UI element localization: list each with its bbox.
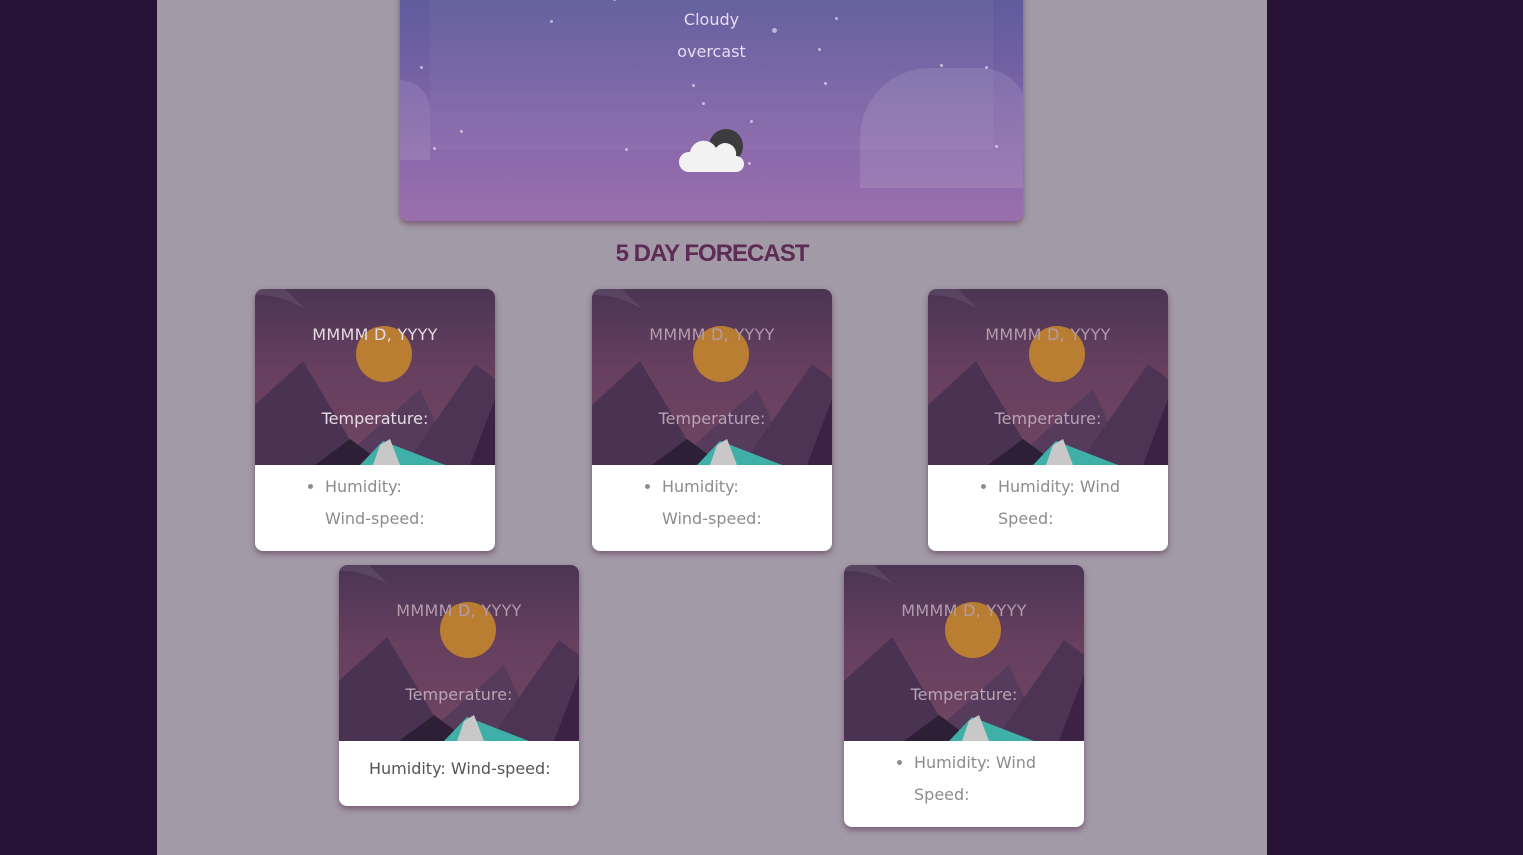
- forecast-date: MMMM D, YYYY: [312, 325, 438, 344]
- current-condition: Cloudy: [683, 10, 740, 29]
- forecast-card: MMMM D, YYYY Temperature: Humidity: Wind-…: [592, 289, 832, 551]
- decor-cloud-right: [860, 68, 1023, 188]
- forecast-temperature: Temperature:: [910, 685, 1018, 704]
- forecast-details-list: Humidity: Wind-speed:: [592, 465, 832, 551]
- forecast-card: MMMM D, YYYY Temperature: Humidity: Wind…: [844, 565, 1084, 827]
- forecast-details-list: Humidity: Wind Speed:: [928, 465, 1168, 551]
- forecast-humidity: Humidity:: [325, 477, 402, 496]
- forecast-card-scene: MMMM D, YYYY Temperature:: [339, 565, 579, 741]
- forecast-card-scene: MMMM D, YYYY Temperature:: [255, 289, 495, 465]
- forecast-date: MMMM D, YYYY: [901, 601, 1027, 620]
- forecast-date: MMMM D, YYYY: [649, 325, 775, 344]
- forecast-humidity: Humidity:: [662, 477, 739, 496]
- forecast-temperature: Temperature:: [994, 409, 1102, 428]
- forecast-details: Humidity: Wind Speed:: [998, 471, 1148, 535]
- forecast-wind: Wind-speed:: [325, 509, 425, 528]
- forecast-card-scene: MMMM D, YYYY Temperature:: [592, 289, 832, 465]
- forecast-date: MMMM D, YYYY: [985, 325, 1111, 344]
- page-container: Cloudy overcast 5 DAY FORECAST MMMM D, Y…: [157, 0, 1267, 855]
- forecast-temperature: Temperature:: [405, 685, 513, 704]
- forecast-details-list: Humidity: Wind-speed:: [255, 465, 495, 551]
- decor-cloud-left: [400, 80, 430, 160]
- forecast-card: MMMM D, YYYY Temperature: Humidity: Wind-…: [255, 289, 495, 551]
- forecast-temperature: Temperature:: [658, 409, 766, 428]
- forecast-details: Humidity: Wind-speed:: [369, 759, 551, 778]
- forecast-card-scene: MMMM D, YYYY Temperature:: [844, 565, 1084, 741]
- cloud-moon-icon: [678, 129, 744, 172]
- forecast-details-list: Humidity: Wind Speed:: [844, 741, 1084, 827]
- forecast-title: 5 DAY FORECAST: [615, 240, 810, 267]
- current-weather-card: Cloudy overcast: [400, 0, 1023, 221]
- forecast-card-scene: MMMM D, YYYY Temperature:: [928, 289, 1168, 465]
- forecast-card: MMMM D, YYYY Temperature: Humidity: Wind…: [928, 289, 1168, 551]
- forecast-date: MMMM D, YYYY: [396, 601, 522, 620]
- forecast-card: MMMM D, YYYY Temperature: Humidity: Wind…: [339, 565, 579, 806]
- current-description: overcast: [677, 42, 746, 61]
- forecast-details: Humidity: Wind Speed:: [914, 747, 1064, 811]
- forecast-wind: Wind-speed:: [662, 509, 762, 528]
- forecast-temperature: Temperature:: [321, 409, 429, 428]
